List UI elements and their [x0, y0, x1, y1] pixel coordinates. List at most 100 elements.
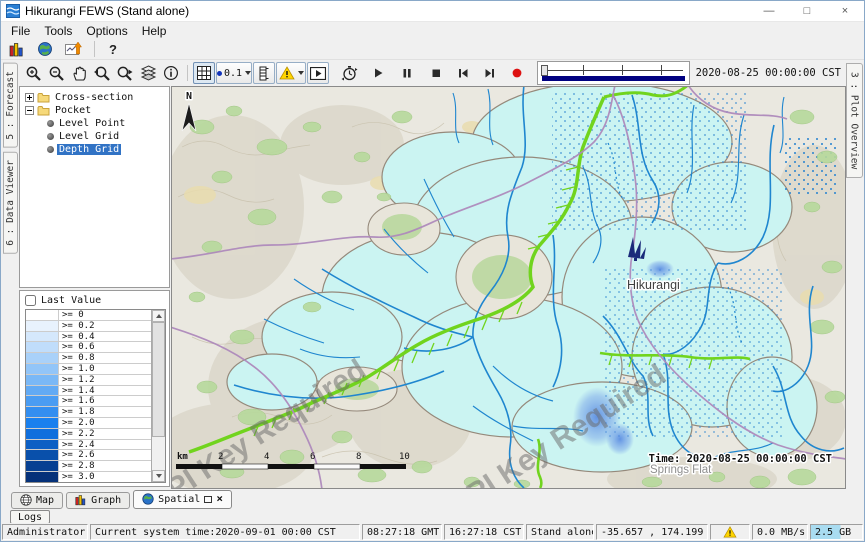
legend-row[interactable]: >= 1.6 — [26, 396, 151, 407]
tree-item-depth-grid[interactable]: Depth Grid — [20, 143, 169, 155]
expand-toggle-icon[interactable] — [25, 93, 34, 102]
tab-graph-label: Graph — [91, 495, 121, 506]
time-slider[interactable] — [537, 61, 690, 85]
layers-icon[interactable] — [137, 62, 159, 84]
tab-spatial-label: Spatial — [158, 494, 200, 505]
tree-item-level-point[interactable]: Level Point — [20, 117, 169, 129]
globe-map-icon[interactable] — [34, 38, 56, 60]
legend-swatch — [26, 321, 59, 331]
legend-row[interactable]: >= 2.2 — [26, 429, 151, 440]
legend-row[interactable]: >= 0.6 — [26, 342, 151, 353]
tab-spatial[interactable]: Spatial × — [133, 490, 232, 509]
tree-item-level-grid[interactable]: Level Grid — [20, 130, 169, 142]
time-slider-rail — [544, 70, 683, 71]
legend-scrollbar[interactable] — [151, 310, 165, 482]
scroll-down-icon[interactable] — [152, 470, 165, 482]
legend-row[interactable]: >= 2.8 — [26, 461, 151, 472]
legend-row[interactable]: >= 3.0 — [26, 472, 151, 482]
tree-item-label-selected[interactable]: Depth Grid — [57, 144, 121, 155]
menu-help[interactable]: Help — [135, 23, 174, 39]
legend-label: >= 0.4 — [59, 332, 151, 342]
time-slider-thumb[interactable] — [541, 65, 548, 76]
legend-label: >= 0.2 — [59, 321, 151, 331]
class-interval-dropdown[interactable]: 0.1 — [216, 62, 252, 84]
help-button[interactable]: ? — [105, 42, 121, 57]
svg-text:N: N — [186, 91, 192, 102]
legend-row[interactable]: >= 2.6 — [26, 450, 151, 461]
play-button[interactable] — [367, 62, 389, 84]
tab-graph[interactable]: Graph — [66, 492, 130, 509]
legend-swatch — [26, 472, 59, 482]
tree-item-label[interactable]: Level Grid — [57, 131, 121, 142]
minimize-button[interactable]: — — [750, 1, 788, 21]
record-button[interactable] — [506, 62, 528, 84]
legend-row[interactable]: >= 0.8 — [26, 353, 151, 364]
legend-row[interactable]: >= 2.4 — [26, 440, 151, 451]
maximize-button[interactable]: □ — [788, 1, 826, 21]
legend-row[interactable]: >= 0 — [26, 310, 151, 321]
tree-item-label[interactable]: Cross-section — [53, 92, 135, 103]
database-bars-icon[interactable] — [6, 38, 28, 60]
scroll-up-icon[interactable] — [152, 310, 165, 322]
animation-export-button[interactable] — [307, 62, 329, 84]
zoom-next-icon[interactable] — [114, 62, 136, 84]
tree-item-cross-section[interactable]: Cross-section — [20, 91, 169, 103]
scroll-track[interactable] — [152, 322, 165, 470]
legend-label: >= 2.2 — [59, 429, 151, 439]
status-user: Administrator — [2, 524, 88, 540]
zoom-previous-icon[interactable] — [91, 62, 113, 84]
animation-timer-icon[interactable] — [338, 62, 360, 84]
pan-hand-icon[interactable] — [68, 62, 90, 84]
grid-display-button[interactable] — [193, 62, 215, 84]
legend-row[interactable]: >= 1.2 — [26, 375, 151, 386]
status-network: 0.0 MB/s — [752, 524, 808, 540]
tree-item-label[interactable]: Pocket — [53, 105, 93, 116]
legend-row[interactable]: >= 0.4 — [26, 332, 151, 343]
close-button[interactable]: × — [826, 1, 864, 21]
status-warning-cell[interactable] — [710, 524, 750, 540]
warnings-dropdown[interactable] — [276, 62, 306, 84]
menu-tools[interactable]: Tools — [37, 23, 79, 39]
bottom-tab-bar: Map Graph Spatial × — [1, 489, 864, 509]
tree-item-label[interactable]: Level Point — [57, 118, 127, 129]
scroll-thumb[interactable] — [152, 322, 165, 437]
menu-file[interactable]: File — [4, 23, 37, 39]
info-icon[interactable] — [160, 62, 182, 84]
zoom-in-icon[interactable] — [22, 62, 44, 84]
svg-text:km: km — [177, 452, 188, 462]
collapse-toggle-icon[interactable] — [25, 106, 34, 115]
menu-options[interactable]: Options — [79, 23, 134, 39]
last-value-checkbox[interactable] — [25, 295, 36, 306]
tab-map[interactable]: Map — [11, 492, 63, 509]
tab-data-viewer[interactable]: 6 : Data Viewer — [3, 152, 18, 254]
legend-label: >= 0.8 — [59, 353, 151, 363]
tab-plot-overview[interactable]: 3 : Plot Overview — [846, 63, 863, 178]
map-view[interactable]: API Key Required API Key Required Hikura… — [171, 86, 846, 489]
legend-row[interactable]: >= 2.0 — [26, 418, 151, 429]
legend-row[interactable]: >= 1.8 — [26, 407, 151, 418]
stop-button[interactable] — [425, 62, 447, 84]
tree-item-pocket[interactable]: Pocket — [20, 104, 169, 116]
legend-table: >= 0 >= 0.2 >= 0.4 >= 0.6 >= 0.8 >= 1.0 … — [25, 309, 166, 483]
timeseries-display-icon[interactable] — [62, 38, 84, 60]
status-bar: Administrator Current system time:2020-0… — [1, 523, 864, 541]
area-label: Springs Flat — [650, 464, 712, 476]
legend-row[interactable]: >= 0.2 — [26, 321, 151, 332]
panel-maximize-icon[interactable] — [204, 496, 212, 503]
legend-row[interactable]: >= 1.4 — [26, 386, 151, 397]
legend-label: >= 1.8 — [59, 407, 151, 417]
legend-swatch — [26, 418, 59, 428]
panel-close-icon[interactable]: × — [216, 495, 223, 503]
logs-button[interactable]: Logs — [10, 510, 50, 524]
status-local-time: 16:27:18 CST — [444, 524, 524, 540]
tab-forecast[interactable]: 5 : Forecast — [3, 63, 18, 148]
legend-row[interactable]: >= 1.0 — [26, 364, 151, 375]
pause-button[interactable] — [396, 62, 418, 84]
map-canvas[interactable]: API Key Required API Key Required Hikura… — [172, 87, 845, 488]
legend-scale-button[interactable] — [253, 62, 275, 84]
skip-to-end-button[interactable] — [479, 62, 501, 84]
right-tab-strip: 3 : Plot Overview — [844, 60, 864, 487]
zoom-out-icon[interactable] — [45, 62, 67, 84]
legend-label: >= 2.0 — [59, 418, 151, 428]
skip-to-start-button[interactable] — [452, 62, 474, 84]
